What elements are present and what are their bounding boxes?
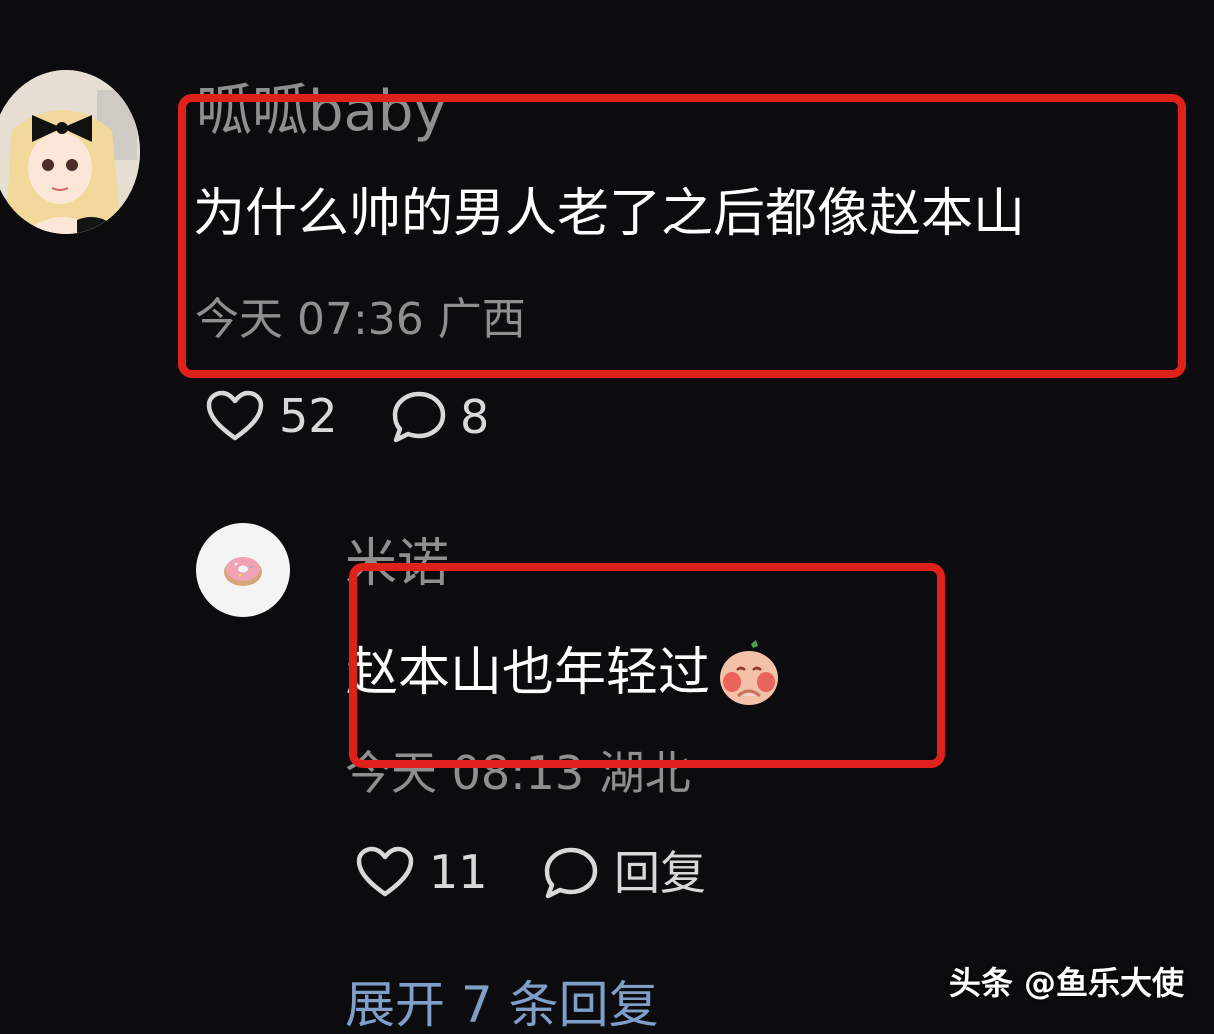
like-button[interactable]: 52 (205, 390, 338, 442)
expand-replies-link[interactable]: 展开 7 条回复 (345, 980, 659, 1030)
reply-avatar[interactable] (196, 523, 290, 617)
comment-bubble-icon (392, 391, 446, 443)
comment-bubble-icon (544, 847, 598, 899)
reply-like-button[interactable]: 11 (355, 846, 488, 898)
comment-button[interactable]: 8 (390, 390, 489, 444)
highlight-box (349, 563, 945, 768)
donut-icon (224, 557, 262, 586)
avatar[interactable] (0, 70, 140, 234)
reply-action-button[interactable]: 回复 (542, 846, 706, 900)
highlight-box (178, 94, 1186, 378)
like-count: 52 (279, 389, 338, 443)
heart-icon (356, 846, 414, 897)
reply-like-count: 11 (429, 845, 488, 899)
reply-count: 8 (460, 390, 490, 444)
watermark: 头条 @鱼乐大使 (948, 964, 1184, 1002)
heart-icon (206, 390, 264, 441)
avatar-image (0, 70, 140, 234)
reply-action-label: 回复 (614, 846, 706, 900)
